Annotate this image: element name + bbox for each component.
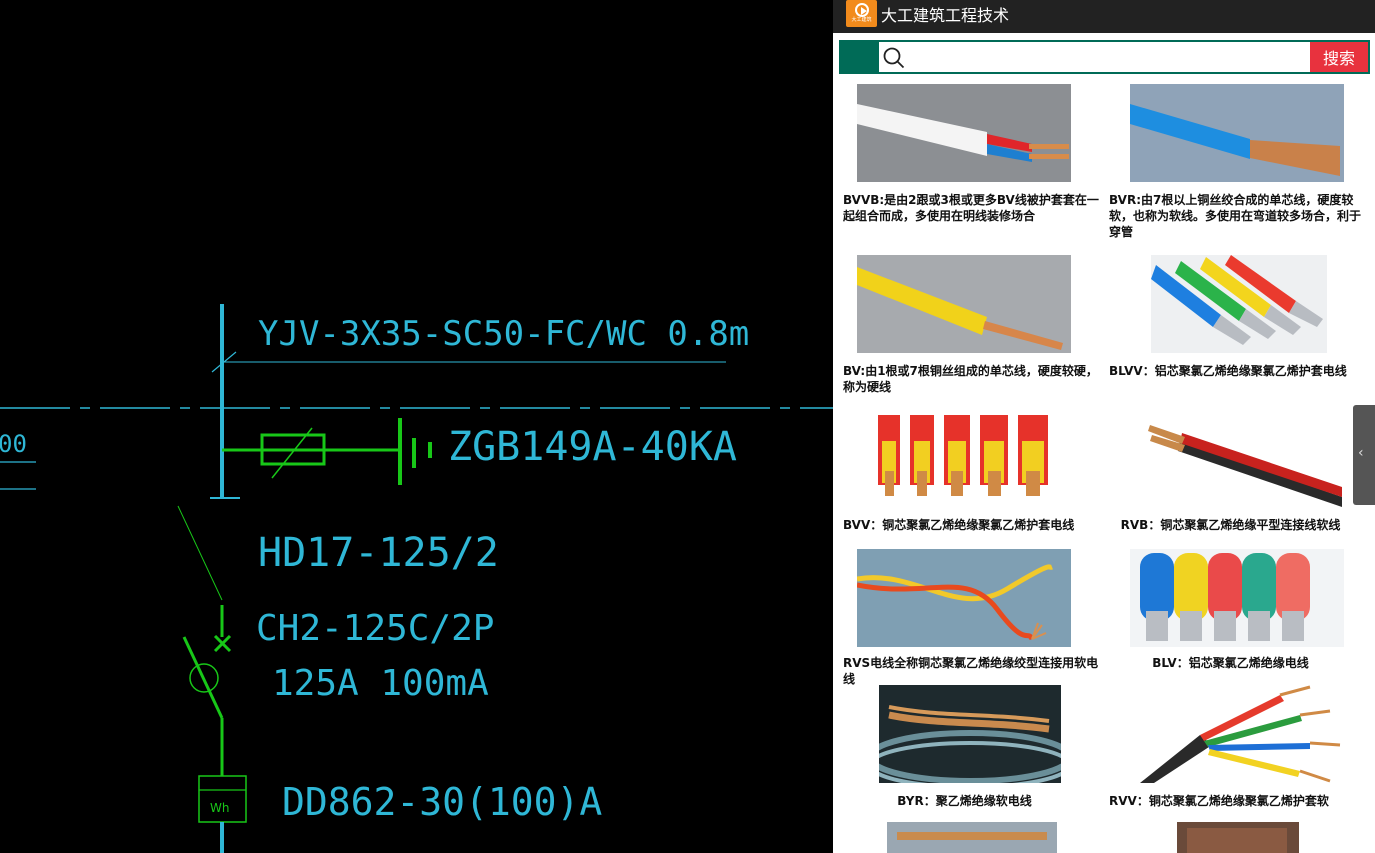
search-input[interactable] — [907, 44, 1311, 72]
app-title: 大工建筑工程技术 — [881, 6, 1010, 25]
product-image-colored-aluminum-cable — [1130, 549, 1344, 647]
product-image-white-red-blue-wire — [857, 84, 1071, 182]
product-image-colored-aluminum-wires — [1151, 255, 1327, 353]
cad-meter-symbol: Wh — [210, 801, 229, 815]
cad-schematic: 00 YJV-3X35-SC50-FC/WC 0.8m ZGB149A-40KA… — [0, 304, 833, 853]
product-caption: BLV：铝芯聚氯乙烯绝缘电线 — [1152, 656, 1309, 670]
product-card[interactable]: RVV：铜芯聚氯乙烯绝缘聚氯乙烯护套软 — [1099, 681, 1362, 817]
product-image-red-black-flat-wire — [1130, 411, 1344, 509]
product-image-copper-coil-wire — [879, 685, 1061, 783]
cad-breaker-label: CH2-125C/2P — [256, 608, 494, 649]
search-button[interactable]: 搜索 — [1310, 42, 1368, 72]
search-bar: 搜索 — [839, 40, 1370, 74]
product-image-multicore-sheathed-cable — [1130, 685, 1344, 783]
product-image-partial — [1177, 822, 1299, 853]
product-caption: BVV：铜芯聚氯乙烯绝缘聚氯乙烯护套电线 — [843, 518, 1075, 532]
app-logo-text: 大工建筑 — [851, 17, 872, 23]
product-card[interactable]: BVR:由7根以上铜丝绞合成的单芯线，硬度较软，也称为软线。多使用在弯道较多场合… — [1099, 80, 1362, 246]
product-card[interactable]: BLVV：铝芯聚氯乙烯绝缘聚氯乙烯护套电线 — [1099, 251, 1362, 403]
product-card[interactable] — [833, 818, 1096, 853]
product-caption: BLVV：铝芯聚氯乙烯绝缘聚氯乙烯护套电线 — [1109, 364, 1347, 378]
cad-surge-label: ZGB149A-40KA — [448, 424, 737, 470]
cad-meter-label: DD862-30(100)A — [282, 780, 602, 824]
search-bar-accent — [841, 42, 879, 72]
product-caption: RVB：铜芯聚氯乙烯绝缘平型连接线软线 — [1120, 518, 1341, 532]
product-image-red-yellow-copper-wires — [878, 411, 1068, 509]
search-icon — [883, 47, 905, 69]
product-caption: BVVB:是由2跟或3根或更多BV线被护套套在一起组合而成，多使用在明线装修场合 — [843, 193, 1099, 223]
product-image-yellow-solid-wire — [857, 255, 1071, 353]
product-caption: RVV：铜芯聚氯乙烯绝缘聚氯乙烯护套软 — [1109, 794, 1329, 808]
cad-left-fragment: 00 — [0, 430, 27, 458]
cad-cable-label: YJV-3X35-SC50-FC/WC 0.8m — [258, 314, 749, 354]
product-card[interactable]: BVVB:是由2跟或3根或更多BV线被护套套在一起组合而成，多使用在明线装修场合 — [833, 80, 1099, 246]
cad-switch-label: HD17-125/2 — [258, 530, 499, 576]
product-card[interactable]: RVS电线全称铜芯聚氯乙烯绝缘绞型连接用软电线 — [833, 545, 1098, 686]
product-card[interactable]: BYR：聚乙烯绝缘软电线 — [833, 681, 1096, 817]
side-drawer-tab[interactable]: ‹ — [1353, 405, 1375, 505]
cad-drawing-area[interactable]: 00 YJV-3X35-SC50-FC/WC 0.8m ZGB149A-40KA… — [0, 0, 833, 853]
product-caption: BVR:由7根以上铜丝绞合成的单芯线，硬度较软，也称为软线。多使用在弯道较多场合… — [1109, 193, 1362, 239]
chevron-left-icon: ‹ — [1358, 445, 1364, 461]
product-card[interactable]: RVB：铜芯聚氯乙烯绝缘平型连接线软线 — [1099, 407, 1362, 547]
mobile-app-panel: 大工建筑 大工建筑工程技术 搜索 BVVB:是由2跟或3根或更多BV线被护套套在… — [833, 0, 1375, 853]
product-caption: BYR：聚乙烯绝缘软电线 — [897, 794, 1032, 808]
app-header: 大工建筑 大工建筑工程技术 — [833, 0, 1375, 33]
product-card[interactable]: BLV：铝芯聚氯乙烯绝缘电线 — [1099, 545, 1362, 685]
product-image-twisted-pair-wire — [857, 549, 1071, 647]
product-caption: BV:由1根或7根铜丝组成的单芯线，硬度较硬，称为硬线 — [843, 364, 1098, 394]
product-image-partial — [887, 822, 1057, 853]
app-logo: 大工建筑 — [846, 0, 877, 27]
product-card[interactable]: BV:由1根或7根铜丝组成的单芯线，硬度较硬，称为硬线 — [833, 251, 1098, 403]
play-icon — [854, 3, 869, 17]
product-image-blue-stranded-wire — [1130, 84, 1344, 182]
product-card[interactable]: BVV：铜芯聚氯乙烯绝缘聚氯乙烯护套电线 — [833, 407, 1096, 547]
product-card[interactable] — [1099, 818, 1362, 853]
cad-rating-label: 125A 100mA — [272, 663, 489, 704]
